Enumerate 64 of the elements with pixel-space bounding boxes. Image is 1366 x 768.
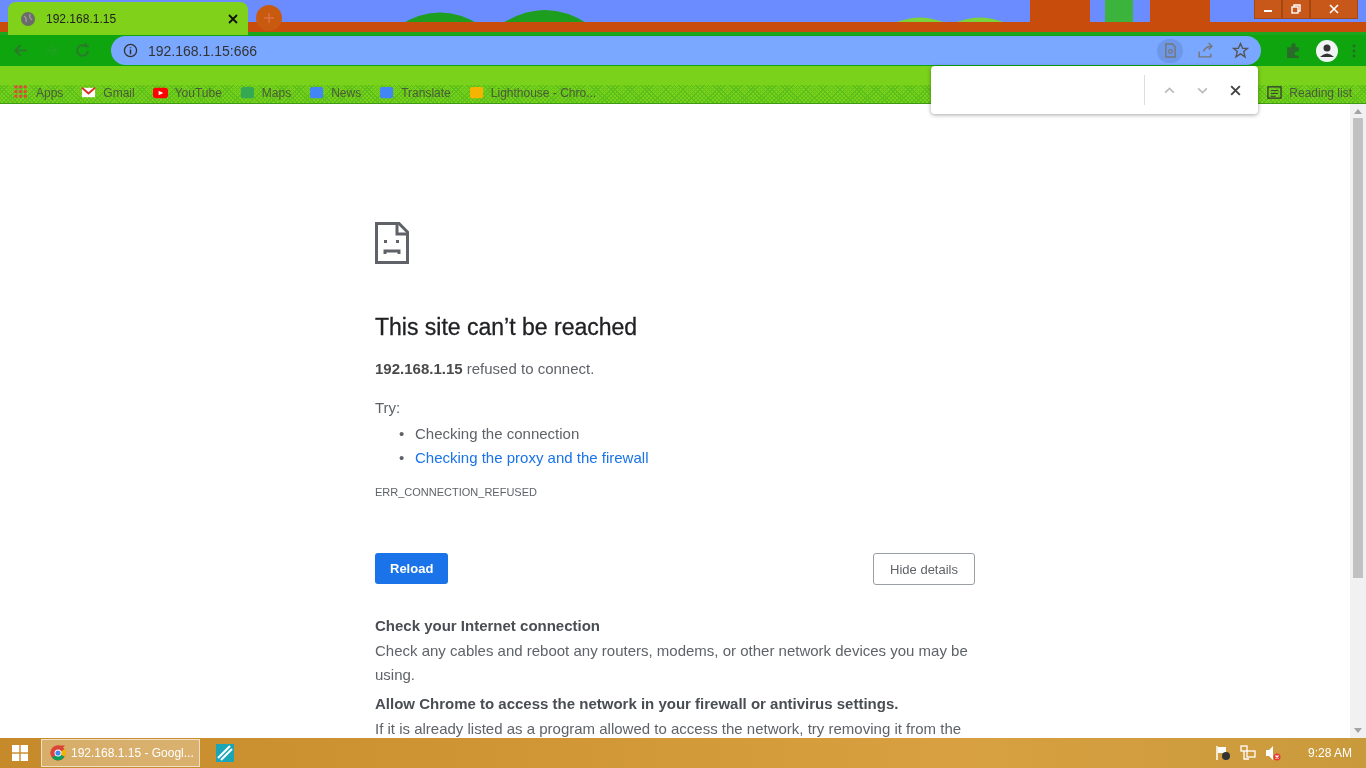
profile-icon[interactable] bbox=[1316, 39, 1338, 62]
close-icon[interactable] bbox=[228, 13, 238, 24]
reload-icon[interactable] bbox=[74, 42, 91, 59]
network-icon[interactable] bbox=[1239, 745, 1256, 761]
grid-icon bbox=[14, 85, 29, 100]
scroll-down-icon[interactable] bbox=[1354, 728, 1362, 734]
tab-title: 192.168.1.15 bbox=[46, 11, 118, 26]
url-text: 192.168.1.15:666 bbox=[148, 42, 257, 59]
site-icon bbox=[81, 85, 97, 100]
play-icon bbox=[152, 85, 168, 100]
browser-icon bbox=[50, 745, 66, 761]
details-heading: Allow Chrome to access the network in your firewall or antivirus settings. bbox=[375, 694, 900, 714]
site-icon bbox=[468, 85, 484, 100]
taskbar-button[interactable]: 192.168.1.15 - Googl... bbox=[41, 739, 200, 767]
clock[interactable]: 9:28 AM bbox=[1307, 746, 1352, 760]
bookmark[interactable]: Gmail bbox=[81, 85, 135, 100]
details-text: Check any cables and reboot any routers, modems, or other network devices you may be using. bbox=[375, 641, 969, 685]
site-icon bbox=[379, 85, 395, 100]
error-code: ERR_CONNECTION_REFUSED bbox=[375, 486, 538, 498]
puzzle-icon[interactable] bbox=[1285, 42, 1302, 59]
bookmark[interactable]: Translate bbox=[379, 85, 451, 100]
list-icon bbox=[1267, 85, 1283, 100]
reading-list-button[interactable]: Reading list bbox=[1267, 85, 1352, 100]
close-button[interactable] bbox=[1310, 0, 1358, 19]
bookmark[interactable]: Maps bbox=[239, 85, 292, 100]
site-icon bbox=[239, 85, 255, 100]
close-icon bbox=[1329, 4, 1339, 14]
back-icon[interactable] bbox=[12, 42, 29, 59]
windows-start-icon[interactable] bbox=[12, 745, 28, 761]
restore-icon bbox=[1291, 4, 1301, 14]
bookmark[interactable]: YouTube bbox=[152, 85, 222, 100]
menu-icon[interactable] bbox=[1352, 42, 1356, 59]
details-text: If it is already listed as a program allowed to access the network, try removing it from the bbox=[375, 719, 963, 739]
reload-button[interactable]: Reload bbox=[375, 553, 449, 584]
scroll-up-icon[interactable] bbox=[1354, 108, 1362, 114]
try-label: Try: bbox=[375, 398, 402, 418]
page-icon[interactable] bbox=[1157, 38, 1183, 63]
star-icon[interactable] bbox=[1232, 42, 1249, 59]
site-icon bbox=[309, 85, 325, 100]
app-icon[interactable] bbox=[215, 743, 235, 763]
address-bar[interactable]: 192.168.1.15:666 bbox=[111, 36, 1261, 65]
error-heading: This site can’t be reached bbox=[375, 314, 639, 341]
minimize-button[interactable] bbox=[1254, 0, 1282, 19]
bullet: • bbox=[399, 424, 406, 444]
flag-icon[interactable] bbox=[1214, 745, 1231, 761]
browser-tab[interactable]: 192.168.1.15 bbox=[8, 2, 248, 35]
close-icon[interactable] bbox=[1229, 83, 1242, 97]
plus-icon bbox=[263, 12, 275, 24]
suggestion-text: Checking the connection bbox=[415, 425, 580, 442]
muted-speaker-icon[interactable] bbox=[1264, 745, 1281, 761]
restore-button[interactable] bbox=[1282, 0, 1310, 19]
bookmark[interactable]: Apps bbox=[14, 85, 64, 100]
suggestion-link[interactable]: Checking the proxy and the firewall bbox=[415, 449, 649, 466]
bookmark[interactable]: News bbox=[309, 85, 362, 100]
share-icon[interactable] bbox=[1197, 42, 1214, 59]
bullet: • bbox=[399, 448, 406, 468]
hide-details-button[interactable]: Hide details bbox=[873, 553, 975, 585]
bookmark[interactable]: Lighthouse - Chro... bbox=[468, 85, 597, 100]
scrollbar[interactable] bbox=[1350, 104, 1366, 738]
error-message: 192.168.1.15 refused to connect. bbox=[375, 359, 596, 379]
details-heading: Check your Internet connection bbox=[375, 616, 602, 636]
globe-icon bbox=[20, 10, 36, 27]
sad-page-icon bbox=[375, 222, 409, 264]
info-icon[interactable] bbox=[123, 43, 138, 58]
